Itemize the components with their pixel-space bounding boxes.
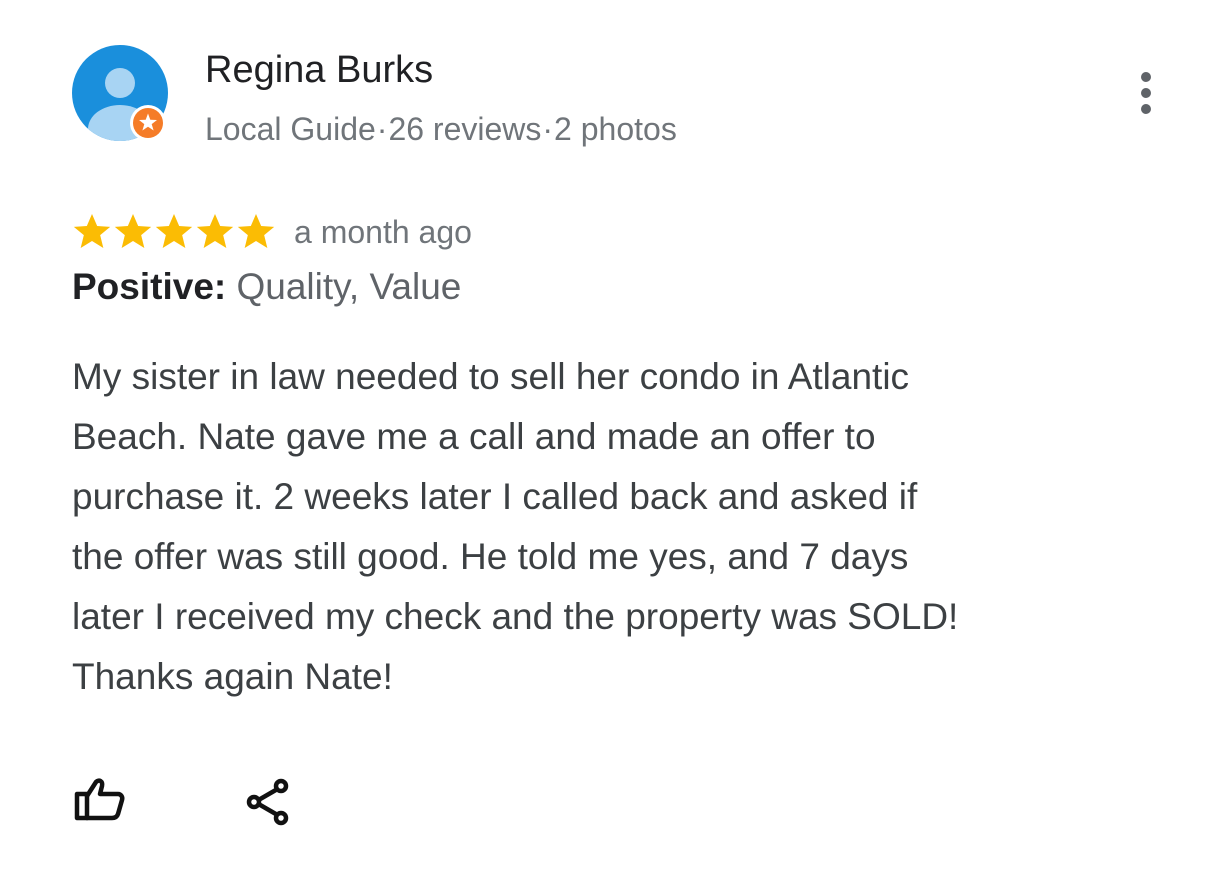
review-text-line: purchase it. 2 weeks later I called back… <box>72 476 918 517</box>
highlights-label: Positive: <box>72 266 227 307</box>
review-date: a month ago <box>294 214 472 250</box>
review-text-line: later I received my check and the proper… <box>72 596 959 637</box>
person-avatar-icon <box>72 45 168 141</box>
star-icon <box>73 214 111 248</box>
review-highlights: Positive: Quality, Value <box>72 265 461 309</box>
meta-separator: · <box>542 111 554 147</box>
review-text-line: My sister in law needed to sell her cond… <box>72 356 910 397</box>
like-button[interactable] <box>74 776 126 824</box>
star-icon <box>114 214 152 248</box>
avatar[interactable] <box>72 45 168 141</box>
star-icon <box>196 214 234 248</box>
local-guide-badge: Local Guide <box>205 111 376 147</box>
star-icon <box>237 214 275 248</box>
rating-row: a month ago <box>72 210 472 254</box>
more-options-button[interactable] <box>1128 70 1164 116</box>
reviewer-name[interactable]: Regina Burks <box>205 48 433 92</box>
more-vertical-icon <box>1141 72 1151 114</box>
highlights-values: Quality, Value <box>236 266 462 307</box>
share-button[interactable] <box>244 778 292 826</box>
star-icon <box>155 214 193 248</box>
review-text-line: Beach. Nate gave me a call and made an o… <box>72 416 876 457</box>
review-text-line: Thanks again Nate! <box>72 656 393 697</box>
review-card: Regina Burks Local Guide·26 reviews·2 ph… <box>0 0 1220 894</box>
local-guide-star-icon <box>130 105 166 141</box>
review-text-line: the offer was still good. He told me yes… <box>72 536 909 577</box>
review-text: My sister in law needed to sell her cond… <box>72 347 1132 707</box>
meta-separator: · <box>376 111 388 147</box>
star-rating <box>72 212 277 252</box>
review-count: 26 reviews <box>388 111 542 147</box>
thumbs-up-icon <box>74 778 125 821</box>
photo-count: 2 photos <box>554 111 677 147</box>
reviewer-meta: Local Guide·26 reviews·2 photos <box>205 110 677 148</box>
share-icon <box>246 778 289 826</box>
